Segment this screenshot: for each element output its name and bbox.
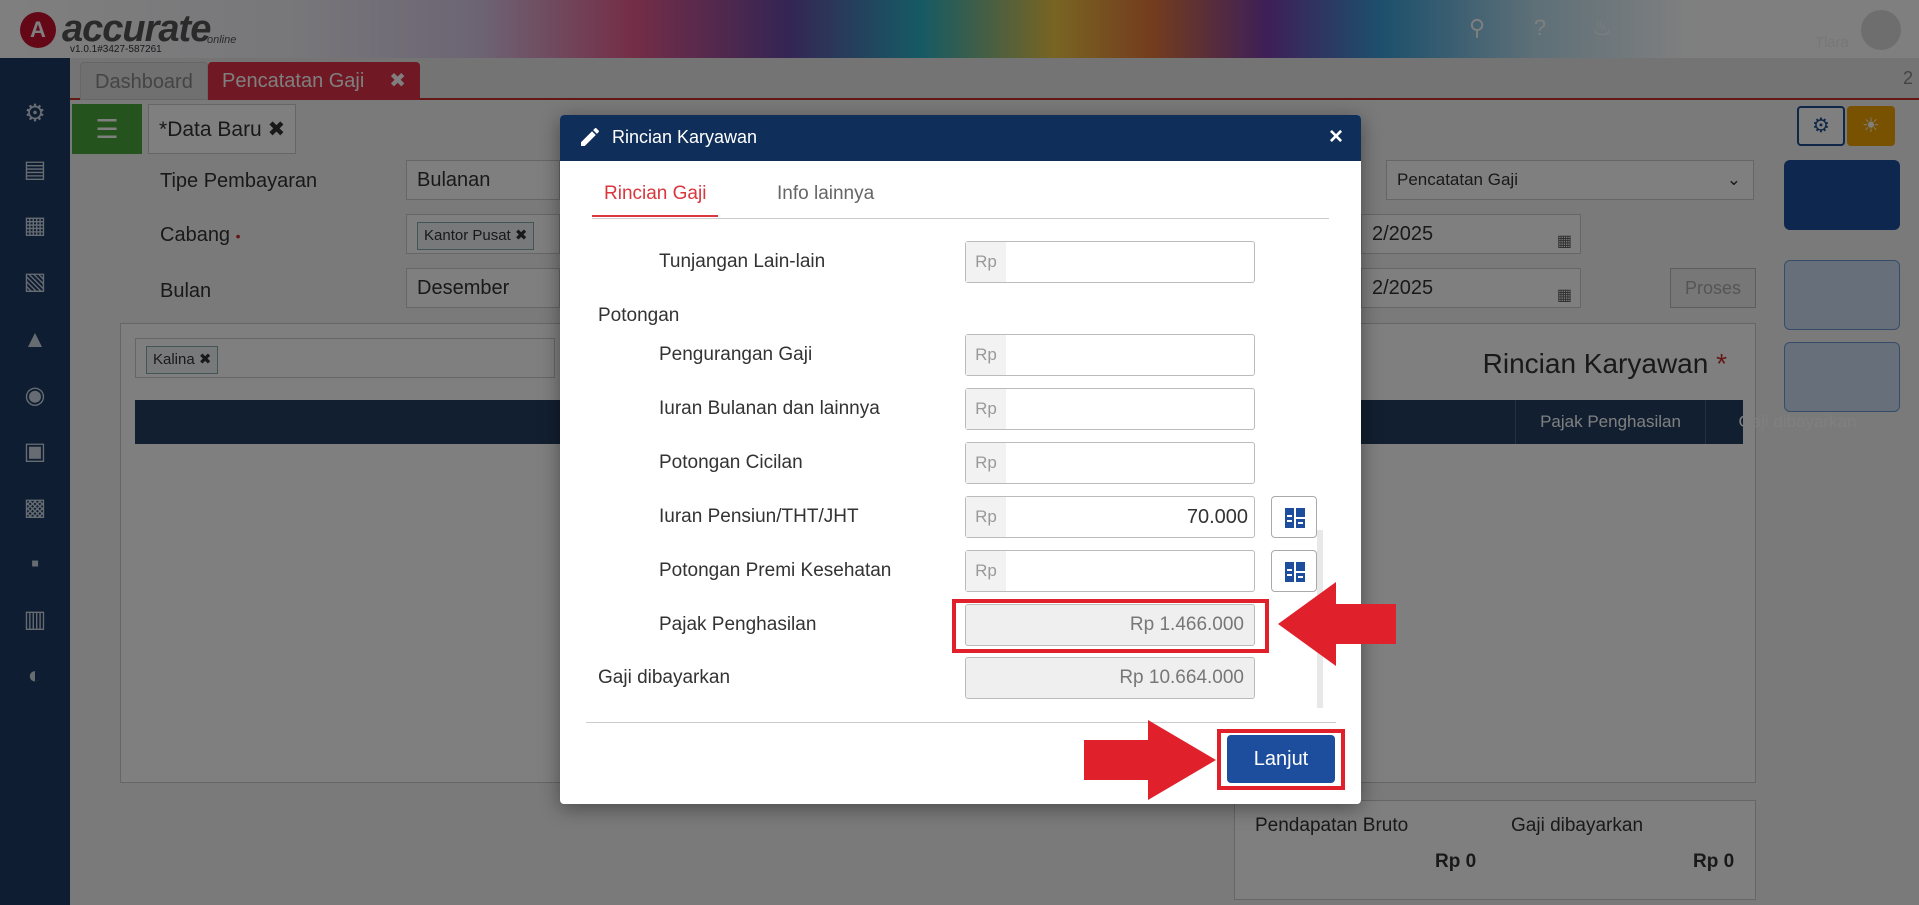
arrow-right-icon <box>1084 720 1216 800</box>
rincian-karyawan-dialog: Rincian Karyawan × Rincian Gaji Info lai… <box>560 115 1361 804</box>
iuran-pensiun-input[interactable]: Rp 70.000 <box>965 496 1255 538</box>
close-icon[interactable]: × <box>1329 123 1343 151</box>
pencil-icon <box>581 127 599 146</box>
divider <box>586 722 1336 723</box>
gaji-dibayarkan-field: Rp 10.664.000 <box>965 657 1255 699</box>
gaji-dibayarkan-label: Gaji dibayarkan <box>598 667 731 688</box>
dialog-title: Rincian Karyawan <box>612 127 758 147</box>
currency-prefix: Rp <box>966 497 1006 537</box>
tunjangan-lain-label: Tunjangan Lain-lain <box>659 251 826 272</box>
potongan-cicilan-label: Potongan Cicilan <box>659 452 803 473</box>
gaji-dibayarkan-value: Rp 10.664.000 <box>1119 667 1244 688</box>
pengurangan-gaji-label: Pengurangan Gaji <box>659 344 813 365</box>
dialog-header: Rincian Karyawan × <box>560 115 1361 161</box>
iuran-pensiun-value: 70.000 <box>1186 506 1248 528</box>
tab-rincian-gaji[interactable]: Rincian Gaji <box>592 183 719 217</box>
arrow-left-icon <box>1278 582 1396 666</box>
calculator-icon <box>1285 562 1305 582</box>
calculator-icon <box>1285 508 1305 528</box>
calculator-button[interactable] <box>1271 496 1317 538</box>
pajak-penghasilan-label: Pajak Penghasilan <box>659 614 817 635</box>
iuran-pensiun-label: Iuran Pensiun/THT/JHT <box>659 506 859 527</box>
potongan-premi-label: Potongan Premi Kesehatan <box>659 560 892 581</box>
currency-prefix: Rp <box>966 551 1006 591</box>
highlight-box <box>952 599 1269 653</box>
currency-prefix: Rp <box>966 242 1006 282</box>
dialog-tabs: Rincian Gaji Info lainnya <box>592 173 1329 219</box>
potongan-header: Potongan <box>598 305 680 326</box>
potongan-cicilan-input[interactable]: Rp <box>965 442 1255 484</box>
tab-info-lainnya[interactable]: Info lainnya <box>777 183 874 215</box>
pengurangan-gaji-input[interactable]: Rp <box>965 334 1255 376</box>
iuran-bulanan-input[interactable]: Rp <box>965 388 1255 430</box>
potongan-premi-input[interactable]: Rp <box>965 550 1255 592</box>
currency-prefix: Rp <box>966 443 1006 483</box>
iuran-bulanan-label: Iuran Bulanan dan lainnya <box>659 398 880 419</box>
lanjut-button[interactable]: Lanjut <box>1227 735 1335 783</box>
currency-prefix: Rp <box>966 335 1006 375</box>
tunjangan-lain-input[interactable]: Rp <box>965 241 1255 283</box>
currency-prefix: Rp <box>966 389 1006 429</box>
